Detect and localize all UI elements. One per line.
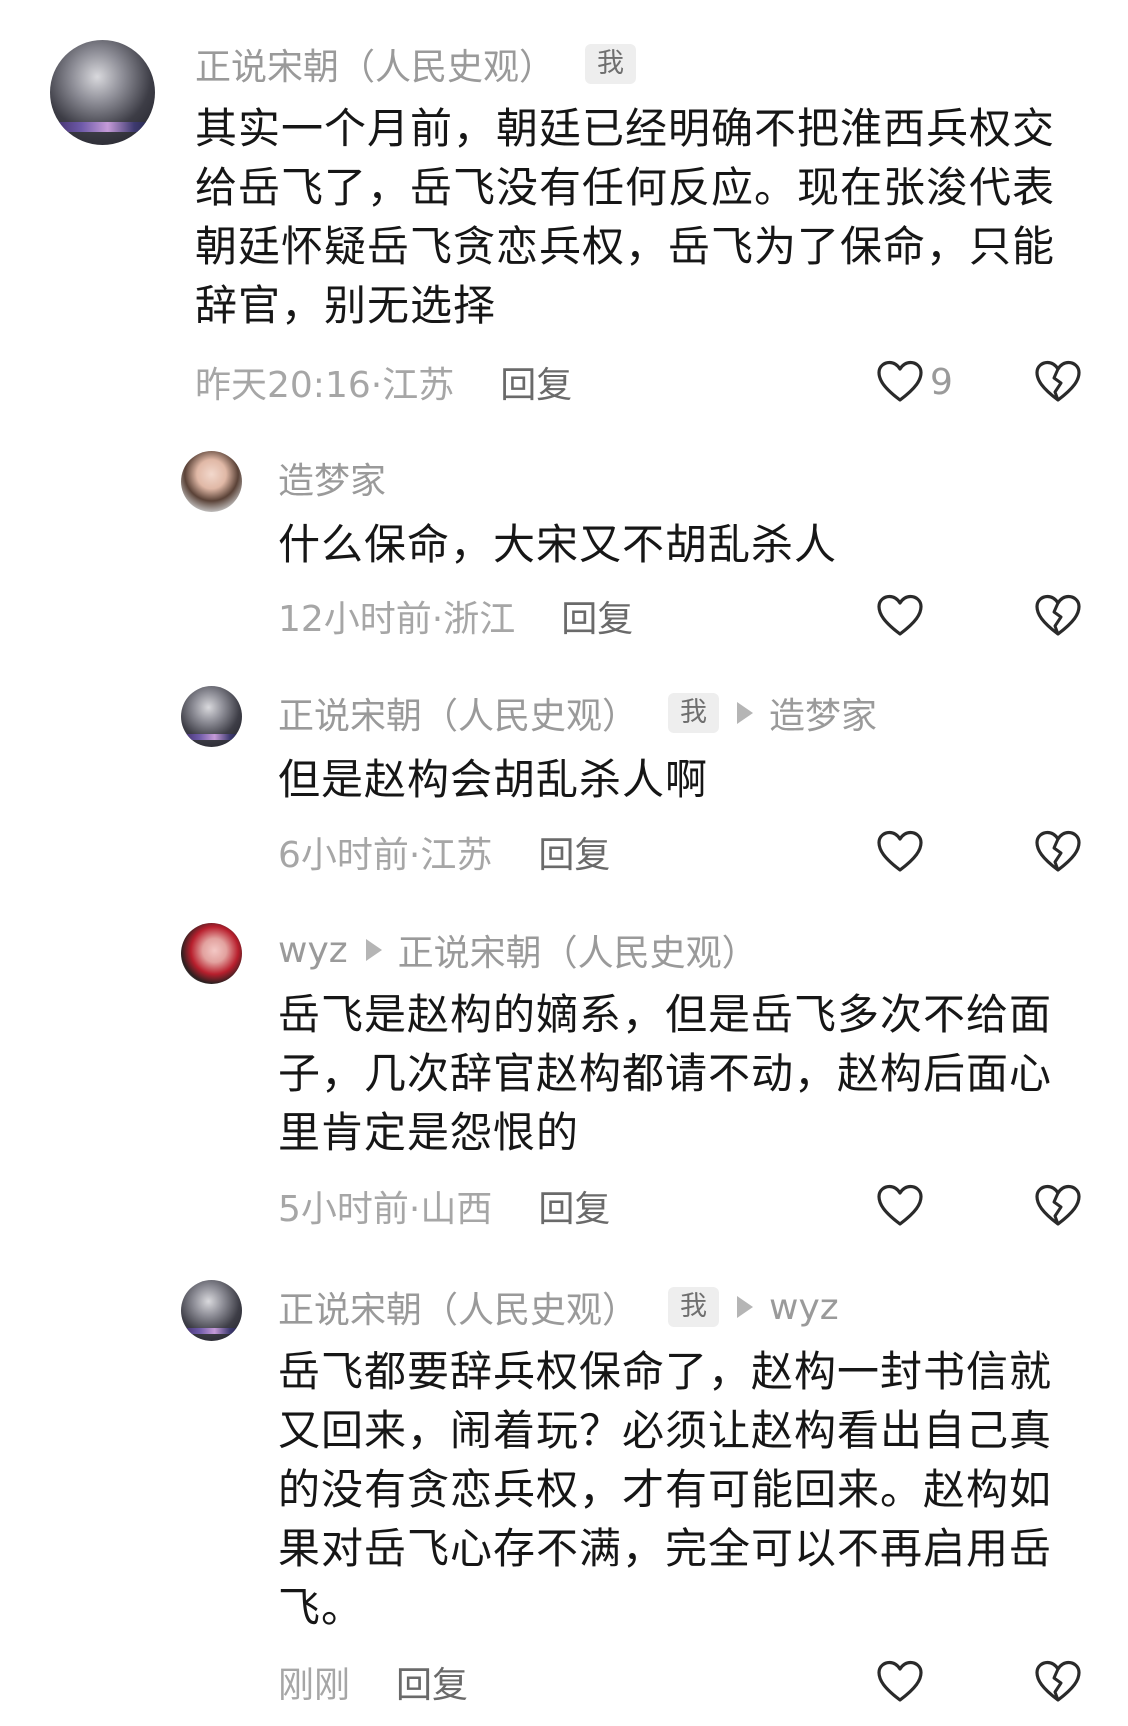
play-triangle-icon	[737, 1296, 754, 1318]
avatar[interactable]	[181, 451, 242, 512]
comment-footer: 12小时前·浙江 回复	[278, 592, 633, 640]
reply-to-name[interactable]: 正说宋朝（人民史观）	[398, 924, 758, 976]
comment-footer: 昨天20:16·江苏 回复	[195, 358, 572, 406]
broken-heart-icon	[1035, 594, 1081, 636]
avatar[interactable]	[181, 686, 242, 747]
reply-button[interactable]: 回复	[561, 590, 633, 642]
play-triangle-icon	[737, 702, 754, 724]
avatar[interactable]	[50, 40, 155, 145]
me-badge: 我	[585, 44, 637, 84]
time-location: 刚刚	[278, 1665, 351, 1706]
comment-text: 什么保命，大宋又不胡乱杀人	[278, 520, 838, 569]
reply-to-name[interactable]: 造梦家	[769, 687, 877, 739]
like-button[interactable]: 9	[876, 360, 953, 404]
comment-meta: 正说宋朝（人民史观） 我	[195, 38, 637, 90]
comment-footer: 5小时前·山西 回复	[278, 1182, 610, 1230]
comment-meta: 造梦家	[278, 454, 386, 502]
avatar[interactable]	[181, 923, 242, 984]
comment-footer: 刚刚 回复	[278, 1658, 468, 1706]
time-location: 6小时前·江苏	[278, 835, 493, 876]
dislike-button[interactable]	[1034, 1184, 1082, 1232]
comment-text: 其实一个月前，朝廷已经明确不把淮西兵权交给岳飞了，岳飞没有任何反应。现在张浚代表…	[195, 104, 1056, 330]
reply-to-name[interactable]: wyz	[769, 1287, 839, 1328]
reply-button[interactable]: 回复	[500, 356, 572, 408]
comment-meta: 正说宋朝（人民史观） 我 wyz	[278, 1281, 839, 1333]
author-name[interactable]: 正说宋朝（人民史观）	[278, 687, 638, 739]
dislike-button[interactable]	[1034, 830, 1082, 878]
comment-meta: 正说宋朝（人民史观） 我 造梦家	[278, 689, 877, 737]
comment-meta: wyz 正说宋朝（人民史观）	[278, 924, 758, 976]
heart-outline-icon	[877, 830, 923, 872]
broken-heart-icon	[1035, 830, 1081, 872]
reply-button[interactable]: 回复	[396, 1656, 468, 1708]
like-button[interactable]	[876, 1184, 924, 1228]
me-badge: 我	[668, 693, 720, 733]
reply-button[interactable]: 回复	[538, 826, 610, 878]
author-name[interactable]: wyz	[278, 930, 348, 971]
author-name[interactable]: 正说宋朝（人民史观）	[195, 38, 555, 90]
heart-outline-icon	[877, 594, 923, 636]
like-button[interactable]	[876, 830, 924, 874]
comment-footer: 6小时前·江苏 回复	[278, 828, 610, 876]
dislike-button[interactable]	[1034, 360, 1082, 408]
time-location: 12小时前·浙江	[278, 599, 516, 640]
like-button[interactable]	[876, 1660, 924, 1704]
me-badge: 我	[668, 1287, 720, 1327]
heart-outline-icon	[877, 1184, 923, 1226]
play-triangle-icon	[365, 939, 382, 961]
heart-outline-icon	[877, 1660, 923, 1702]
avatar[interactable]	[181, 1280, 242, 1341]
broken-heart-icon	[1035, 1660, 1081, 1702]
time-location: 5小时前·山西	[278, 1189, 493, 1230]
author-name[interactable]: 造梦家	[278, 452, 386, 504]
broken-heart-icon	[1035, 1184, 1081, 1226]
time-location: 昨天20:16·江苏	[195, 365, 455, 406]
like-button[interactable]	[876, 594, 924, 638]
like-count: 9	[930, 361, 953, 403]
comment-text: 岳飞都要辞兵权保命了，赵构一封书信就又回来，闹着玩？必须让赵构看出自己真的没有贪…	[278, 1347, 1053, 1632]
author-name[interactable]: 正说宋朝（人民史观）	[278, 1281, 638, 1333]
dislike-button[interactable]	[1034, 1660, 1082, 1708]
broken-heart-icon	[1035, 360, 1081, 402]
comment-text: 但是赵构会胡乱杀人啊	[278, 755, 709, 804]
reply-button[interactable]: 回复	[538, 1180, 610, 1232]
dislike-button[interactable]	[1034, 594, 1082, 642]
heart-outline-icon	[877, 360, 923, 402]
comment-text: 岳飞是赵构的嫡系，但是岳飞多次不给面子，几次辞官赵构都请不动，赵构后面心里肯定是…	[278, 990, 1053, 1157]
